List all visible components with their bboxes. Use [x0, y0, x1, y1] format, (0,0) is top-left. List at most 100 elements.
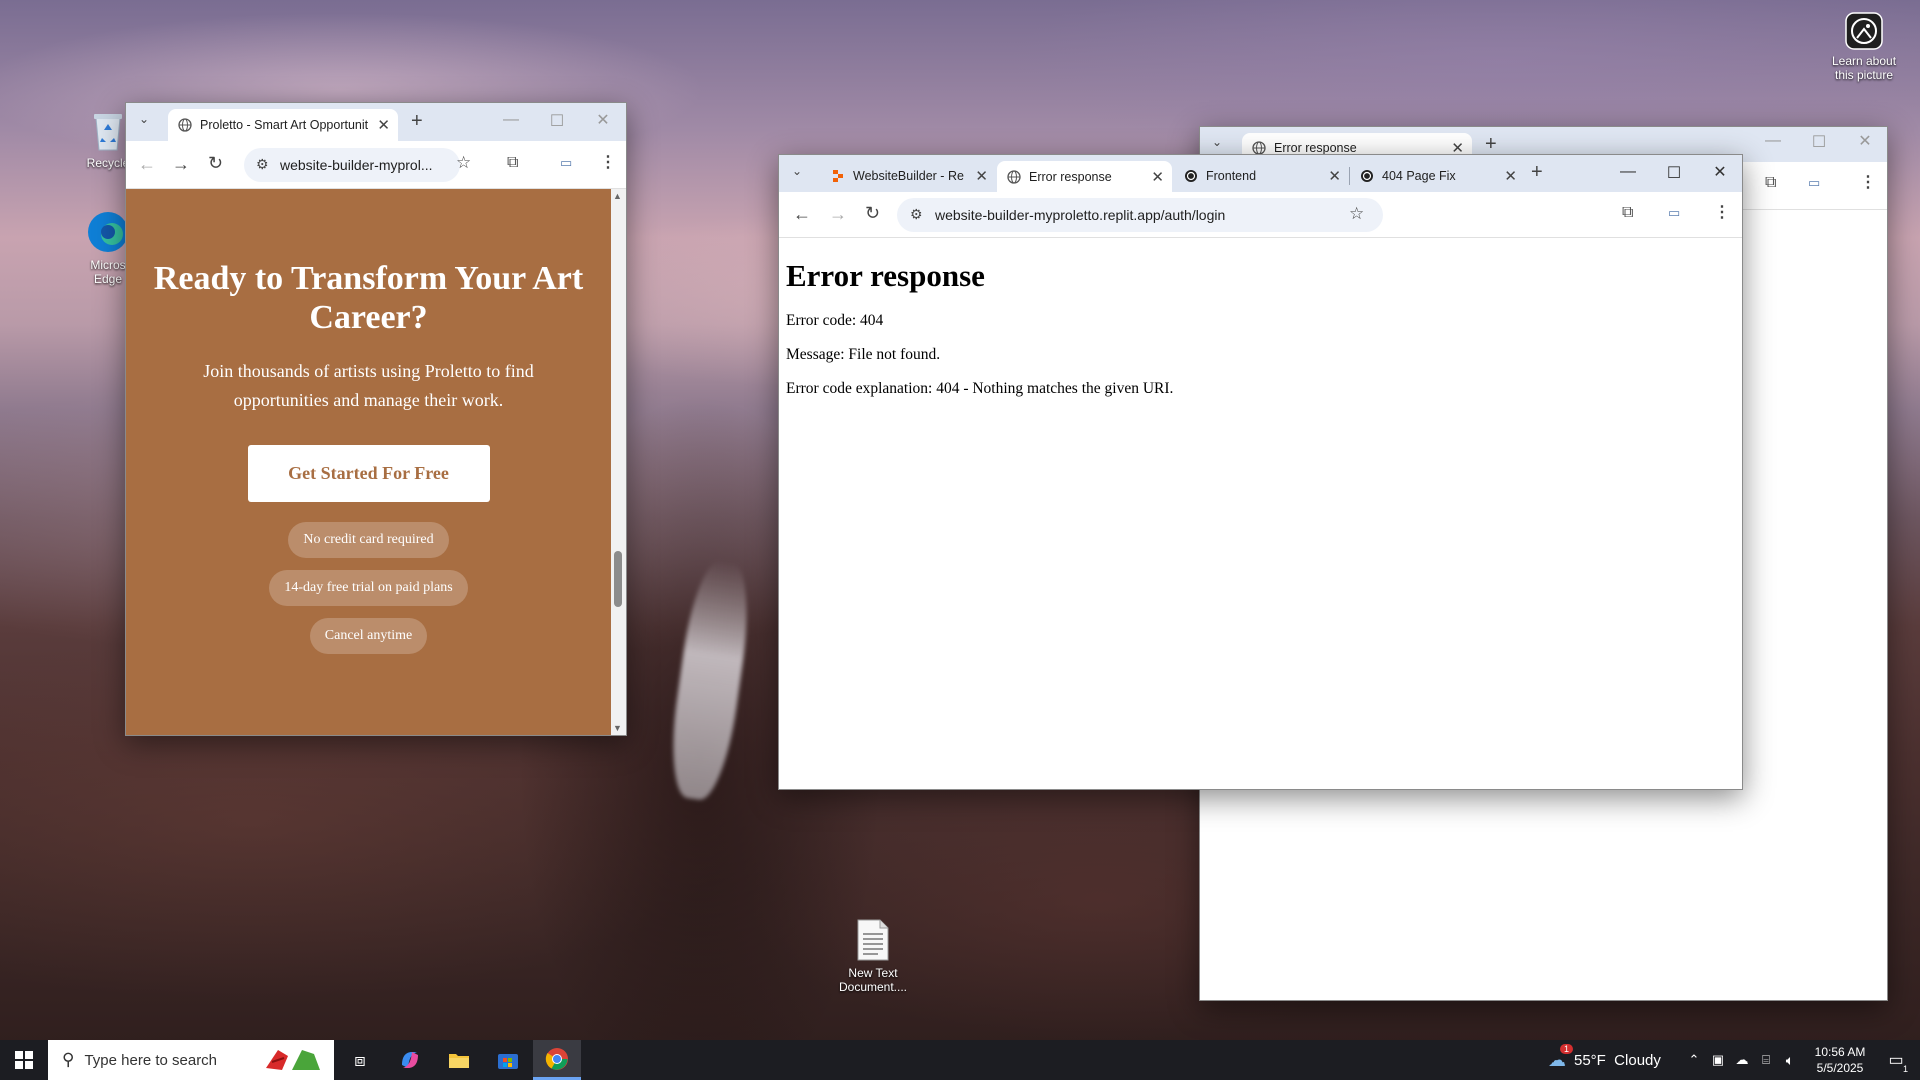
- main-toolbar: ← → ↻ ⚙ website-builder-myproletto.repli…: [779, 192, 1742, 238]
- task-view-icon[interactable]: ⧈: [340, 1040, 380, 1080]
- scrollbar[interactable]: ▲ ▼: [611, 189, 626, 735]
- maximize-icon[interactable]: ☐: [534, 111, 580, 131]
- reload-icon[interactable]: ↻: [865, 203, 880, 224]
- tab-search-chevron-icon[interactable]: ⌄: [792, 164, 802, 178]
- error-explanation-line: Error code explanation: 404 - Nothing ma…: [786, 380, 1174, 397]
- show-hidden-icons-icon[interactable]: ⌃: [1684, 1040, 1704, 1080]
- onedrive-icon[interactable]: ☁: [1731, 1040, 1753, 1080]
- left-toolbar: ← → ↻ ⚙ website-builder-myprol... ☆ ⧉ ▭ …: [126, 141, 626, 189]
- globe-icon: [178, 118, 192, 132]
- close-tab-icon[interactable]: ✕: [975, 167, 988, 185]
- scroll-down-icon[interactable]: ▼: [613, 723, 622, 733]
- left-tab-proletto[interactable]: Proletto - Smart Art Opportunit ✕: [168, 109, 398, 141]
- main-tabstrip: ⌄ WebsiteBuilder - Re ✕ Error response ✕…: [779, 155, 1742, 192]
- menu-dots-icon[interactable]: ⋮: [1714, 202, 1730, 222]
- back-arrow-icon[interactable]: ←: [793, 204, 811, 225]
- back-arrow-icon[interactable]: ←: [138, 154, 156, 175]
- start-button[interactable]: [0, 1040, 48, 1080]
- file-explorer-icon[interactable]: [439, 1040, 479, 1080]
- bookmark-star-icon[interactable]: ☆: [1349, 204, 1364, 224]
- tab-search-chevron-icon[interactable]: ⌄: [139, 112, 149, 126]
- site-settings-icon[interactable]: ⚙: [910, 206, 923, 223]
- scroll-up-icon[interactable]: ▲: [613, 191, 622, 201]
- clock[interactable]: 10:56 AM 5/5/2025: [1805, 1040, 1875, 1080]
- close-window-icon[interactable]: ✕: [1697, 162, 1743, 182]
- learn-about-line1: Learn about: [1831, 54, 1897, 68]
- profile-icon[interactable]: ▭: [1808, 175, 1820, 191]
- learn-about-picture[interactable]: Learn about this picture: [1820, 12, 1908, 82]
- maximize-icon[interactable]: ☐: [1651, 163, 1697, 183]
- clock-time: 10:56 AM: [1814, 1045, 1866, 1059]
- profile-icon[interactable]: ▭: [1668, 205, 1680, 221]
- reload-icon[interactable]: ↻: [208, 153, 223, 174]
- weather-badge: 1: [1560, 1043, 1574, 1054]
- store-icon[interactable]: [488, 1040, 528, 1080]
- learn-about-line2: this picture: [1834, 68, 1894, 82]
- taskbar: ⚲ Type here to search ⧈ ☁ 1 55°F Cloudy ⌃…: [0, 1040, 1920, 1080]
- error-code-line: Error code: 404: [786, 312, 884, 329]
- volume-icon[interactable]: 🔈︎: [1779, 1040, 1801, 1080]
- bookmark-star-icon[interactable]: ☆: [456, 153, 471, 173]
- chrome-taskbar-button[interactable]: [533, 1040, 581, 1080]
- tab-frontend[interactable]: Frontend ✕: [1174, 163, 1349, 189]
- tab-error-response[interactable]: Error response ✕: [997, 161, 1172, 192]
- forward-arrow-icon[interactable]: →: [829, 204, 847, 225]
- extensions-icon[interactable]: ⧉: [1765, 174, 1776, 192]
- back-tab-title: Error response: [1274, 140, 1357, 155]
- forward-arrow-icon[interactable]: →: [172, 154, 190, 175]
- left-tabstrip: ⌄ Proletto - Smart Art Opportunit ✕ + — …: [126, 103, 626, 141]
- cta-section: Ready to Transform Your Art Career? Join…: [126, 189, 611, 735]
- close-tab-icon[interactable]: ✕: [1151, 168, 1164, 186]
- tab-search-chevron-icon[interactable]: ⌄: [1212, 135, 1222, 149]
- url-text: website-builder-myprol...: [280, 157, 433, 173]
- weather-widget[interactable]: ☁ 1 55°F Cloudy: [1548, 1040, 1698, 1080]
- address-bar[interactable]: ⚙ website-builder-myprol...: [244, 148, 460, 182]
- text-document-icon[interactable]: New Text Document....: [833, 918, 913, 994]
- notification-count: 1: [1902, 1064, 1908, 1074]
- extensions-icon[interactable]: ⧉: [1622, 204, 1633, 222]
- tab-websitebuilder[interactable]: WebsiteBuilder - Re ✕: [821, 163, 996, 189]
- minimize-icon[interactable]: —: [488, 111, 534, 129]
- minimize-icon[interactable]: —: [1750, 132, 1796, 150]
- new-tab-icon[interactable]: +: [411, 110, 423, 133]
- tab-title: Error response: [1029, 169, 1112, 184]
- taskbar-search-box[interactable]: ⚲ Type here to search: [48, 1040, 334, 1080]
- tab-title: Frontend: [1206, 169, 1257, 183]
- site-settings-icon[interactable]: ⚙: [256, 156, 269, 173]
- profile-icon[interactable]: ▭: [560, 155, 572, 171]
- close-window-icon[interactable]: ✕: [580, 110, 626, 130]
- maximize-icon[interactable]: ☐: [1796, 132, 1842, 152]
- search-icon: ⚲: [62, 1050, 75, 1069]
- new-tab-icon[interactable]: +: [1485, 133, 1497, 156]
- menu-dots-icon[interactable]: ⋮: [600, 152, 616, 172]
- copilot-icon[interactable]: [390, 1040, 430, 1080]
- cloud-icon: ☁ 1: [1548, 1043, 1574, 1071]
- device-icon[interactable]: ▣: [1707, 1040, 1729, 1080]
- extensions-icon[interactable]: ⧉: [507, 154, 518, 172]
- browser-window-left[interactable]: ⌄ Proletto - Smart Art Opportunit ✕ + — …: [125, 102, 627, 736]
- badge-cancel-anytime: Cancel anytime: [309, 618, 428, 654]
- browser-window-main[interactable]: ⌄ WebsiteBuilder - Re ✕ Error response ✕…: [778, 154, 1743, 790]
- close-tab-icon[interactable]: ✕: [377, 116, 390, 134]
- clock-date: 5/5/2025: [1816, 1061, 1864, 1075]
- new-tab-icon[interactable]: +: [1531, 161, 1543, 184]
- openai-icon: [1361, 170, 1373, 182]
- page-title: Error response: [786, 258, 985, 293]
- close-tab-icon[interactable]: ✕: [1328, 167, 1341, 185]
- page-content: Error response Error code: 404 Message: …: [779, 238, 1742, 789]
- get-started-button[interactable]: Get Started For Free: [247, 445, 490, 502]
- search-highlight-icon: [258, 1046, 328, 1078]
- address-bar[interactable]: ⚙ website-builder-myproletto.replit.app/…: [897, 198, 1383, 232]
- close-tab-icon[interactable]: ✕: [1504, 167, 1517, 185]
- tab-404-page-fix[interactable]: 404 Page Fix ✕: [1350, 163, 1525, 189]
- minimize-icon[interactable]: —: [1605, 163, 1651, 181]
- windows-icon: [15, 1051, 33, 1069]
- chrome-icon: [545, 1047, 568, 1070]
- notification-center-icon[interactable]: ▭ 1: [1878, 1040, 1914, 1080]
- network-icon[interactable]: ⌸: [1755, 1040, 1777, 1080]
- close-window-icon[interactable]: ✕: [1842, 131, 1888, 151]
- scrollbar-thumb[interactable]: [614, 551, 622, 607]
- left-tab-title: Proletto - Smart Art Opportunit: [200, 118, 369, 132]
- search-placeholder: Type here to search: [84, 1051, 218, 1069]
- menu-dots-icon[interactable]: ⋮: [1860, 172, 1876, 192]
